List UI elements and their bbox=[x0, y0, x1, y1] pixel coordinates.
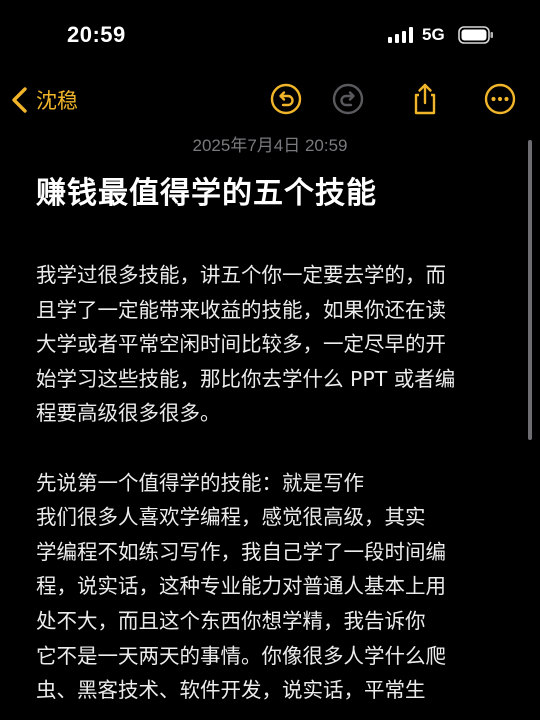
battery-icon bbox=[458, 26, 493, 44]
note-line: 先说第一个值得学的技能：就是写作 bbox=[36, 470, 364, 495]
more-icon[interactable] bbox=[483, 82, 517, 116]
cellular-signal-icon bbox=[388, 27, 413, 43]
note-line: 处不大，而且这个东西你想学精，我告诉你 bbox=[36, 608, 426, 633]
note-line: 大学或者平常空闲时间比较多，一定尽早的开 bbox=[36, 332, 446, 357]
nav-bar: 沈稳 bbox=[0, 78, 540, 122]
note-line: 学编程不如练习写作，我自己学了一段时间编 bbox=[36, 539, 446, 564]
note-body[interactable]: 我学过很多技能，讲五个你一定要去学的，而 且学了一定能带来收益的技能，如果你还在… bbox=[36, 258, 506, 708]
network-type: 5G bbox=[422, 25, 445, 44]
note-line: 我学过很多技能，讲五个你一定要去学的，而 bbox=[36, 263, 446, 287]
status-time: 20:59 bbox=[67, 22, 126, 47]
note-line: 且学了一定能带来收益的技能，如果你还在读 bbox=[36, 297, 446, 322]
note-line: 程要高级很多很多。 bbox=[36, 401, 221, 426]
back-label: 沈稳 bbox=[36, 89, 78, 113]
redo-icon[interactable] bbox=[331, 82, 365, 116]
note-line: 始学习这些技能，那比你去学什么 PPT 或者编 bbox=[36, 366, 456, 391]
share-icon[interactable] bbox=[408, 82, 442, 116]
note-line: 我们很多人喜欢学编程，感觉很高级，其实 bbox=[36, 505, 426, 530]
chevron-left-icon bbox=[12, 87, 27, 113]
note-line: 程，说实话，这种专业能力对普通人基本上用 bbox=[36, 574, 446, 599]
undo-icon[interactable] bbox=[269, 82, 303, 116]
scrollbar[interactable] bbox=[528, 140, 532, 440]
status-bar: 20:59 5G bbox=[0, 0, 540, 70]
note-date: 2025年7月4日 20:59 bbox=[192, 136, 348, 155]
back-button[interactable]: 沈稳 bbox=[10, 82, 78, 118]
note-title[interactable]: 赚钱最值得学的五个技能 bbox=[36, 168, 377, 212]
note-line: 它不是一天两天的事情。你像很多人学什么爬 bbox=[36, 643, 446, 668]
note-line: 虫、黑客技术、软件开发，说实话，平常生 bbox=[36, 678, 426, 703]
